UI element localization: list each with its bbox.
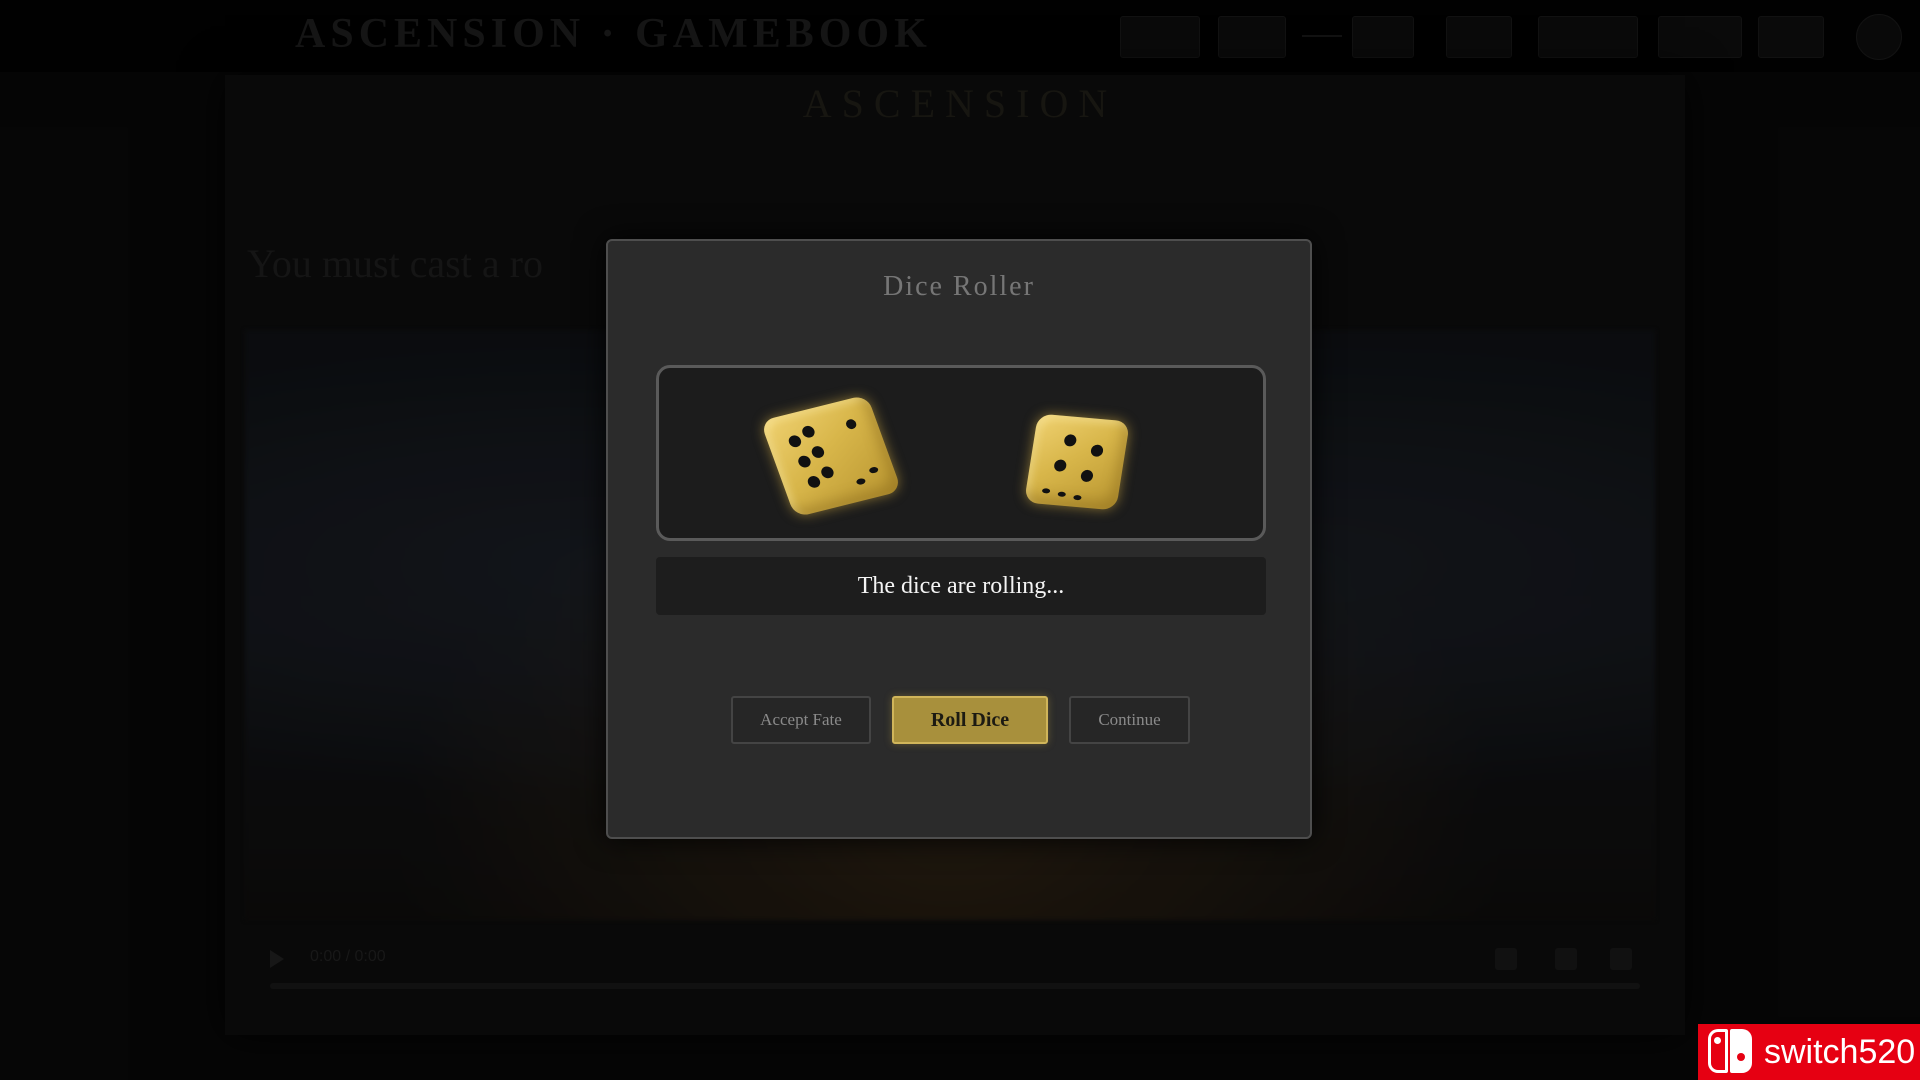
die-pip	[810, 444, 826, 460]
die-pip	[1080, 469, 1094, 483]
die-1	[760, 394, 902, 518]
game-page: ASCENSION · GAMEBOOK ASCENSION You must …	[0, 0, 1920, 1080]
watermark: switch520	[1698, 1024, 1920, 1080]
die-pip	[1053, 459, 1068, 472]
dice-tray	[656, 365, 1266, 541]
die-pip	[800, 424, 817, 439]
die-pip	[1073, 494, 1082, 501]
accept-fate-button[interactable]: Accept Fate	[731, 696, 871, 744]
die-pip	[819, 465, 836, 480]
die-pip	[1057, 491, 1067, 498]
roll-status: The dice are rolling...	[656, 557, 1266, 615]
die-pip	[1090, 444, 1104, 458]
die-pip	[844, 418, 858, 431]
dice-roller-modal: Dice Roller The dice are rolling... Acce…	[606, 239, 1312, 839]
die-pip	[1063, 433, 1078, 447]
watermark-text: switch520	[1764, 1032, 1916, 1071]
die-pip	[1041, 488, 1051, 494]
die-pip	[787, 434, 803, 449]
modal-title: Dice Roller	[883, 271, 1035, 302]
die-pip	[868, 466, 880, 475]
roll-dice-button[interactable]: Roll Dice	[892, 696, 1048, 744]
die-pip	[806, 474, 822, 490]
die-pip	[855, 477, 867, 486]
continue-button[interactable]: Continue	[1069, 696, 1190, 744]
die-2	[1024, 413, 1130, 511]
switch-logo-icon	[1706, 1027, 1760, 1077]
die-pip	[796, 454, 813, 469]
